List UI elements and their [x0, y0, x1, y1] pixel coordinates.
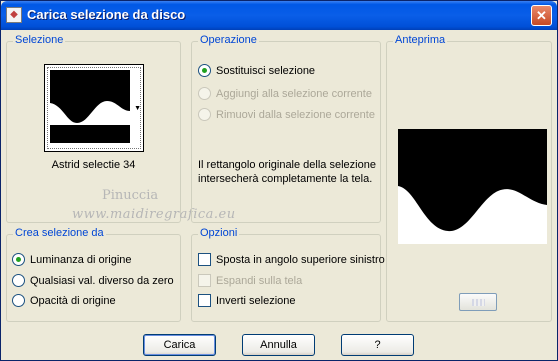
radio-luminanza[interactable]: Luminanza di origine	[12, 253, 132, 266]
radio-qualsiasi[interactable]: Qualsiasi val. diverso da zero	[12, 274, 174, 287]
operazione-group-title: Operazione	[198, 34, 259, 46]
operation-description: Il rettangolo originale della selezione …	[198, 159, 376, 185]
opzioni-group-title: Opzioni	[198, 227, 240, 239]
radio-label: Qualsiasi val. diverso da zero	[30, 274, 174, 287]
selezione-group-title: Selezione	[13, 34, 66, 46]
close-button[interactable]: ✕	[531, 5, 552, 26]
radio-sostituisci[interactable]: Sostituisci selezione	[198, 64, 315, 77]
crea-selezione-group: Crea selezione da Luminanza di origine Q…	[6, 227, 181, 322]
checkbox-inverti[interactable]: Inverti selezione	[198, 294, 296, 307]
window-title: Carica selezione da disco	[27, 7, 186, 22]
checkbox-label: Sposta in angolo superiore sinistro	[216, 253, 385, 266]
radio-button[interactable]	[12, 253, 25, 266]
operazione-group: Operazione Sostituisci selezione Aggiung…	[191, 34, 381, 223]
radio-button[interactable]	[12, 294, 25, 307]
radio-button[interactable]	[198, 64, 211, 77]
watermark-name: Pinuccia	[102, 188, 159, 203]
dialog-window: ◆ Carica selezione da disco ✕ Selezione …	[0, 0, 558, 361]
anteprima-group-title: Anteprima	[393, 34, 448, 46]
radio-label: Sostituisci selezione	[216, 64, 316, 77]
checkbox-label: Inverti selezione	[216, 294, 296, 307]
radio-button[interactable]	[198, 108, 211, 121]
radio-button[interactable]	[198, 87, 211, 100]
radio-button[interactable]	[12, 274, 25, 287]
checkbox[interactable]	[198, 274, 211, 287]
selection-thumbnail-picker[interactable]: ▼	[44, 64, 144, 152]
anteprima-group: Anteprima	[386, 34, 552, 322]
checkbox[interactable]	[198, 294, 211, 307]
radio-label: Opacità di origine	[30, 294, 116, 307]
radio-aggiungi[interactable]: Aggiungi alla selezione corrente	[198, 87, 372, 100]
radio-label: Rimuovi dalla selezione corrente	[216, 108, 375, 121]
close-icon: ✕	[536, 8, 547, 23]
selection-name: Astrid selectie 34	[51, 159, 136, 171]
radio-label: Aggiungi alla selezione corrente	[216, 87, 372, 100]
thumbnail-selection-frame	[47, 67, 141, 149]
chevron-down-icon[interactable]: ▼	[134, 105, 141, 112]
checkbox[interactable]	[198, 253, 211, 266]
checkbox-label: Espandi sulla tela	[216, 274, 303, 287]
annulla-button[interactable]: Annulla	[242, 334, 315, 356]
radio-opacita[interactable]: Opacità di origine	[12, 294, 116, 307]
grid-icon	[472, 299, 485, 306]
preview-shape	[398, 129, 547, 244]
radio-rimuovi[interactable]: Rimuovi dalla selezione corrente	[198, 108, 375, 121]
checkbox-espandi[interactable]: Espandi sulla tela	[198, 274, 302, 287]
preview-image	[398, 129, 547, 244]
preview-toggle-button[interactable]	[459, 293, 497, 311]
app-icon: ◆	[6, 7, 22, 23]
radio-label: Luminanza di origine	[30, 253, 132, 266]
title-bar[interactable]: ◆ Carica selezione da disco ✕	[1, 1, 557, 30]
help-button[interactable]: ?	[341, 334, 414, 356]
carica-button[interactable]: Carica	[143, 334, 216, 356]
crea-selezione-group-title: Crea selezione da	[13, 227, 106, 239]
selezione-group: Selezione ▼ Astrid selectie 34 Pinuccia …	[6, 34, 235, 223]
opzioni-group: Opzioni Sposta in angolo superiore sinis…	[191, 227, 385, 322]
checkbox-sposta[interactable]: Sposta in angolo superiore sinistro	[198, 253, 385, 266]
